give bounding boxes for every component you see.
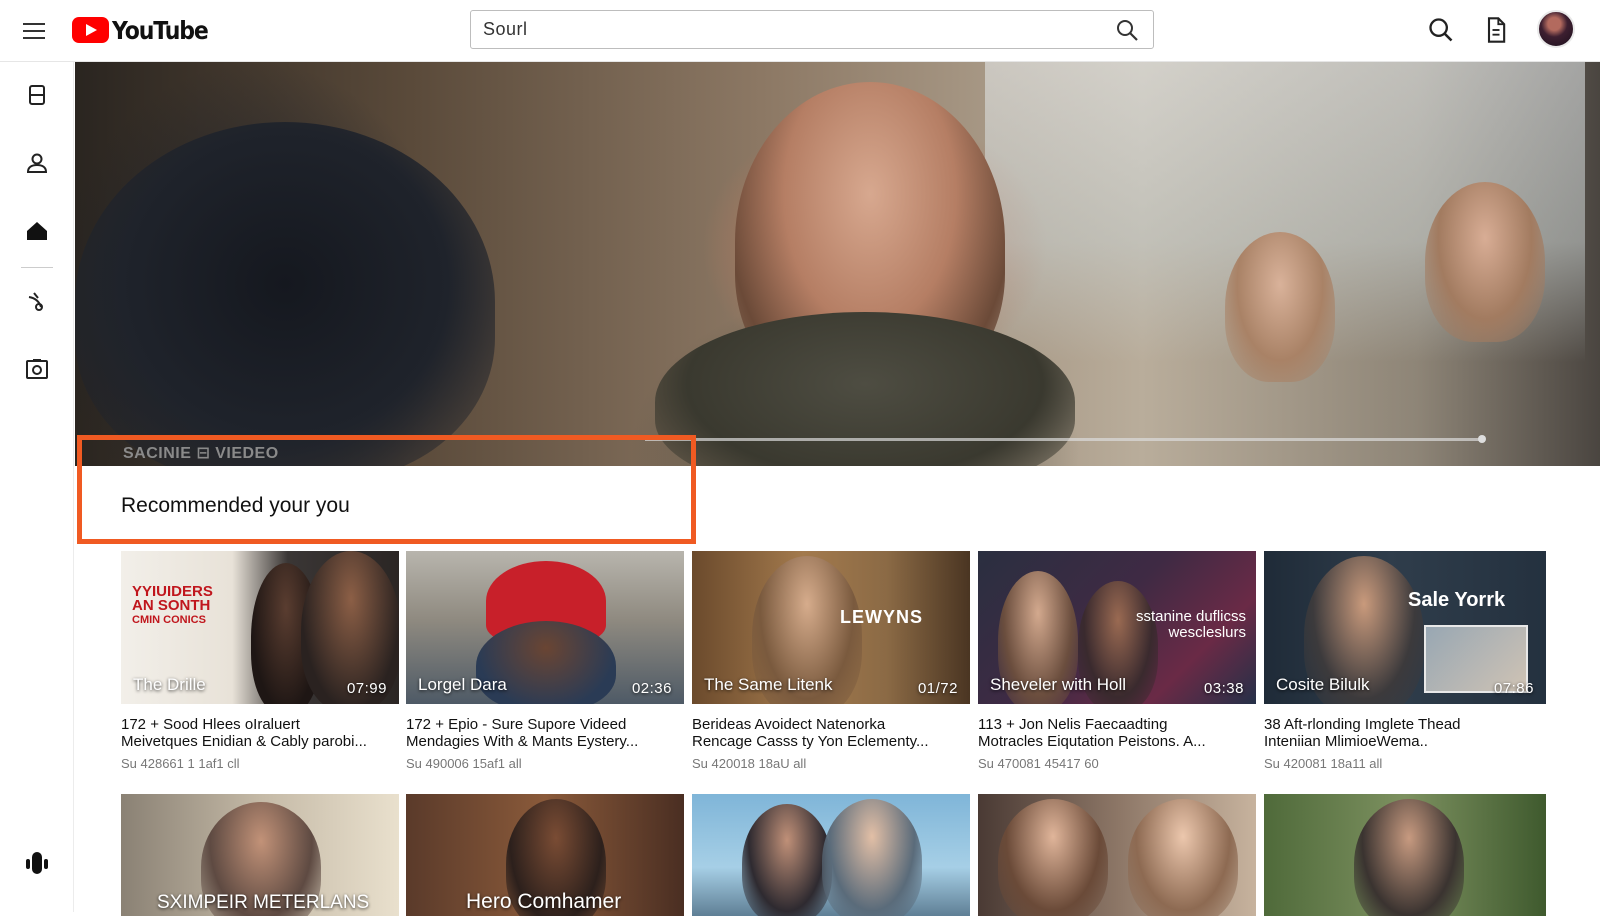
thumbnail-text: Sale Yorrk [1408,589,1506,611]
video-title[interactable]: 113 + Jon Nelis Faecaadting [978,716,1256,733]
video-thumbnail[interactable]: sstanine duflicss wescleslurs Sheveler w… [978,551,1256,704]
video-thumbnail[interactable] [1264,794,1546,916]
video-card[interactable]: Hero Comhamer [406,794,684,916]
video-title[interactable]: Rencage Casss ty Yon Eclementy... [692,733,970,750]
search-icon[interactable] [1427,16,1455,44]
video-thumbnail[interactable] [692,794,970,916]
video-card[interactable]: YYIUIDERS AN SONTH CMIN CONICS The Drill… [121,551,399,771]
duration-badge: 01/72 [917,680,958,697]
video-card[interactable]: Sale Yorrk Cosite Bilulk 07:86 38 Aft-rl… [1264,551,1546,771]
avatar[interactable] [1537,10,1575,48]
thumbnail-text: wescleslurs [1168,624,1246,641]
video-title[interactable]: 172 + Epio - Sure Supore Videed [406,716,684,733]
video-title[interactable]: Inteniian MlimioeWema.. [1264,733,1546,750]
thumbnail-text: AN SONTH [132,597,211,614]
duration-badge: 07:99 [346,680,387,697]
thumbnail-person [1354,799,1464,916]
video-thumbnail[interactable]: YYIUIDERS AN SONTH CMIN CONICS The Drill… [121,551,399,704]
video-card[interactable] [978,794,1256,916]
video-title[interactable]: 172 + Sood Hlees oIraluert [121,716,399,733]
hero-caption: SACINIE ⊟ VIEDEO [123,445,279,462]
hero-bg-person [1225,232,1335,382]
thumbnail-person [822,799,922,916]
person-icon[interactable] [22,148,52,178]
thumbnail-label: The Same Litenk [704,675,833,694]
video-meta: Su 490006 15af1 all [406,756,522,771]
video-title[interactable]: 38 Aft-rlonding Imglete Thead [1264,716,1546,733]
thumbnail-person [742,804,832,916]
left-sidebar [0,62,74,912]
video-meta: Su 428661 1 1af1 cll [121,756,240,771]
microphone-icon[interactable] [22,848,52,878]
thumbnail-label: The Drille [133,675,206,694]
thumbnail-person [1128,799,1238,916]
video-card[interactable] [692,794,970,916]
thumbnail-label: Lorgel Dara [418,675,507,694]
duration-badge: 02:36 [631,680,672,697]
thumbnail-text: sstanine duflicss [1135,608,1246,625]
video-meta: Su 420081 18a11 all [1264,756,1383,771]
document-icon[interactable] [1482,16,1510,44]
hamburger-icon[interactable] [20,18,48,44]
video-thumbnail[interactable] [978,794,1256,916]
video-meta: Su 420018 18aU all [692,756,807,771]
video-title[interactable]: Mendagies With & Mants Eystery... [406,733,684,750]
duration-badge: 03:38 [1203,680,1244,697]
hero-video-player[interactable] [75,62,1600,466]
video-meta: Su 470081 45417 60 [978,756,1099,771]
thumbnail-person [998,799,1108,916]
video-thumbnail[interactable]: SXIMPEIR METERLANS [121,794,399,916]
logo-text: YouTube [112,15,209,45]
youtube-logo[interactable]: YouTube [72,15,221,45]
thumbnail-label: Sheveler with Holl [990,675,1127,694]
play-logo-icon [72,17,109,43]
video-card[interactable]: Lorgel Dara 02:36 172 + Epio - Sure Supo… [406,551,684,771]
thumbnail-label: Hero Comhamer [466,890,622,913]
search-icon[interactable] [1115,18,1139,42]
video-progress-bar[interactable] [645,438,1483,441]
video-card[interactable]: sstanine duflicss wescleslurs Sheveler w… [978,551,1256,771]
music-icon[interactable] [22,286,52,316]
home-icon[interactable] [22,216,52,246]
thumbnail-label: Cosite Bilulk [1276,675,1370,694]
sidebar-divider [21,267,53,268]
thumbnail-text: LEWYNS [840,607,924,627]
video-card[interactable]: SXIMPEIR METERLANS [121,794,399,916]
library-icon[interactable] [22,80,52,110]
video-progress-handle[interactable] [1478,435,1486,443]
search-bar [470,10,1154,49]
video-card[interactable]: LEWYNS The Same Litenk 01/72 Berideas Av… [692,551,970,771]
search-input[interactable] [483,11,1083,47]
hero-foreground-person [75,122,495,466]
video-thumbnail[interactable]: LEWYNS The Same Litenk 01/72 [692,551,970,704]
thumbnail-text: CMIN CONICS [132,614,206,626]
thumbnail-label: SXIMPEIR METERLANS [157,892,370,913]
video-title[interactable]: Meivetques Enidian & Cably parobi... [121,733,399,750]
video-thumbnail[interactable]: Hero Comhamer [406,794,684,916]
top-header: YouTube [0,0,1600,62]
recommended-heading: Recommended your you [121,494,350,517]
video-thumbnail[interactable]: Lorgel Dara 02:36 [406,551,684,704]
video-card[interactable] [1264,794,1546,916]
video-thumbnail[interactable]: Sale Yorrk Cosite Bilulk 07:86 [1264,551,1546,704]
hero-bg-person [1425,182,1545,342]
camera-icon[interactable] [22,354,52,384]
video-title[interactable]: Berideas Avoidect Natenorka [692,716,970,733]
duration-badge: 07:86 [1493,680,1534,697]
video-title[interactable]: Motracles Eiqutation Peistons. A... [978,733,1256,750]
